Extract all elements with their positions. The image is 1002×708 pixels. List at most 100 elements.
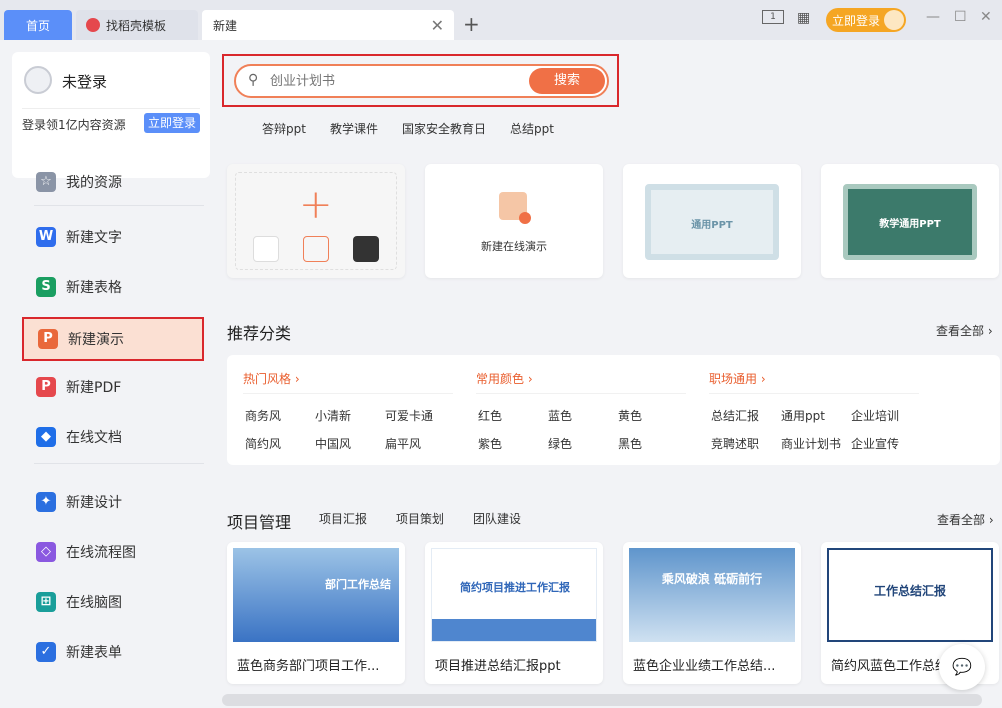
tab-new-label: 新建	[213, 18, 238, 33]
project-tab[interactable]: 项目汇报	[319, 510, 367, 527]
divider	[34, 463, 204, 464]
thumb-text: 部门工作总结	[325, 578, 391, 591]
pdf-icon: P	[36, 377, 56, 397]
sidebar-login-button[interactable]: 立即登录	[144, 113, 200, 133]
recommend-view-all[interactable]: 查看全部 ›	[936, 322, 993, 339]
close-tab-icon[interactable]: ✕	[431, 16, 444, 35]
tab-new[interactable]: 新建 ✕	[202, 10, 454, 40]
view-all-label: 查看全部	[937, 513, 986, 527]
category-item[interactable]: 紫色	[478, 435, 502, 452]
template-title: 蓝色商务部门项目工作...	[237, 659, 380, 674]
divider	[243, 393, 453, 394]
category-item[interactable]: 扁平风	[385, 435, 421, 452]
project-view-all[interactable]: 查看全部 ›	[937, 511, 994, 528]
category-panel: 热门风格 › 商务风 小清新 可爱卡通简约风 中国风 扁平风 常用颜色 › 红色 蓝色 黄色紫色 绿…	[227, 355, 1000, 465]
tab-daoke-label: 找稻壳模板	[106, 18, 167, 33]
sidebar-item-label: 新建表格	[66, 280, 122, 296]
category-item[interactable]: 小清新	[315, 407, 351, 424]
template-title: 蓝色企业业绩工作总结...	[633, 659, 776, 674]
search-input[interactable]	[270, 66, 520, 96]
new-blank-presentation-card[interactable]: +	[227, 164, 405, 278]
chevron-right-icon: ›	[524, 372, 533, 386]
thumb-text: 工作总结汇报	[873, 584, 946, 598]
thumb-band	[432, 619, 596, 641]
category-item[interactable]: 红色	[478, 407, 502, 424]
category-group-title[interactable]: 热门风格 ›	[243, 370, 300, 387]
minimize-icon[interactable]: —	[926, 9, 940, 25]
template-card-general[interactable]: 通用PPT	[623, 164, 801, 278]
hotword-link[interactable]: 国家安全教育日	[402, 120, 486, 137]
template-thumbnail: 通用PPT	[645, 184, 779, 260]
daoke-logo-icon	[86, 18, 100, 32]
sidebar-item-pdf[interactable]: P 新建PDF	[22, 365, 204, 409]
template-thumbnail: 教学通用PPT	[843, 184, 977, 260]
category-group-label: 常用颜色	[476, 372, 525, 386]
category-item[interactable]: 总结汇报	[711, 407, 759, 424]
hotword-link[interactable]: 教学课件	[330, 120, 378, 137]
category-item[interactable]: 通用ppt	[781, 407, 825, 424]
category-group-title[interactable]: 职场通用 ›	[709, 370, 766, 387]
grid-apps-icon[interactable]: ▦	[797, 10, 810, 26]
category-group-title[interactable]: 常用颜色 ›	[476, 370, 533, 387]
category-item[interactable]: 中国风	[315, 435, 351, 452]
online-presentation-label: 新建在线演示	[481, 240, 547, 253]
design-icon: ✦	[36, 492, 56, 512]
hotword-link[interactable]: 答辩ppt	[262, 120, 306, 137]
layout-toggle-icon[interactable]: 1	[762, 10, 784, 24]
template-card-teaching[interactable]: 教学通用PPT	[821, 164, 999, 278]
category-item[interactable]: 企业培训	[851, 407, 899, 424]
template-title: 项目推进总结汇报ppt	[435, 659, 561, 674]
project-tab[interactable]: 项目策划	[396, 510, 444, 527]
presentation-icon: P	[38, 329, 58, 349]
sidebar-item-design[interactable]: ✦ 新建设计	[22, 480, 204, 524]
project-template-card[interactable]: 乘风破浪 砥砺前行 蓝色企业业绩工作总结...	[623, 542, 801, 684]
user-avatar[interactable]	[24, 66, 52, 94]
project-tab[interactable]: 团队建设	[473, 510, 521, 527]
view-all-label: 查看全部	[936, 324, 985, 338]
search-button[interactable]: 搜索	[529, 68, 605, 94]
thumb-text: 乘风破浪 砥砺前行	[661, 572, 763, 586]
category-item[interactable]: 竞聘述职	[711, 435, 759, 452]
hotword-link[interactable]: 总结ppt	[510, 120, 554, 137]
divider	[476, 393, 686, 394]
category-item[interactable]: 商业计划书	[781, 435, 841, 452]
sidebar-item-star[interactable]: ☆ 我的资源	[22, 160, 204, 204]
project-template-card[interactable]: 简约项目推进工作汇报 项目推进总结汇报ppt	[425, 542, 603, 684]
category-item[interactable]: 绿色	[548, 435, 572, 452]
tab-daoke-templates[interactable]: 找稻壳模板	[76, 10, 198, 40]
top-login-button[interactable]: 立即登录	[826, 8, 906, 32]
category-item[interactable]: 简约风	[245, 435, 281, 452]
sidebar-item-presentation[interactable]: P 新建演示	[22, 317, 204, 361]
category-item[interactable]: 商务风	[245, 407, 281, 424]
white-theme-swatch[interactable]	[253, 236, 279, 262]
divider	[22, 108, 200, 109]
sidebar-item-sheet[interactable]: S 新建表格	[22, 265, 204, 309]
dark-theme-swatch[interactable]	[353, 236, 379, 262]
sidebar-item-label: 我的资源	[66, 175, 122, 191]
add-tab-icon[interactable]: +	[463, 12, 480, 36]
category-item[interactable]: 蓝色	[548, 407, 572, 424]
sidebar-item-form[interactable]: ✓ 新建表单	[22, 630, 204, 674]
chevron-right-icon: ›	[291, 372, 300, 386]
search-highlight: ⚲ 搜索	[222, 54, 619, 107]
sidebar-item-mindmap[interactable]: ⊞ 在线脑图	[22, 580, 204, 624]
category-item[interactable]: 黑色	[618, 435, 642, 452]
horizontal-scrollbar[interactable]	[222, 694, 982, 706]
category-item[interactable]: 企业宣传	[851, 435, 899, 452]
feedback-chat-icon[interactable]: 💬	[939, 644, 985, 690]
tab-home[interactable]: 首页	[4, 10, 72, 40]
new-online-presentation-card[interactable]: 新建在线演示	[425, 164, 603, 278]
user-name[interactable]: 未登录	[62, 71, 107, 92]
plus-badge-icon	[519, 212, 531, 224]
sidebar-item-label: 新建PDF	[66, 380, 122, 396]
template-label: 教学通用PPT	[879, 219, 941, 230]
project-template-card[interactable]: 部门工作总结 蓝色商务部门项目工作...	[227, 542, 405, 684]
close-window-icon[interactable]: ✕	[980, 9, 992, 25]
category-item[interactable]: 可爱卡通	[385, 407, 433, 424]
category-item[interactable]: 黄色	[618, 407, 642, 424]
sidebar-item-flowchart[interactable]: ◇ 在线流程图	[22, 530, 204, 574]
maximize-icon[interactable]: ☐	[954, 9, 967, 25]
gray-theme-swatch[interactable]	[303, 236, 329, 262]
sidebar-item-online-doc[interactable]: ◆ 在线文档	[22, 415, 204, 459]
sidebar-item-word[interactable]: W 新建文字	[22, 215, 204, 259]
